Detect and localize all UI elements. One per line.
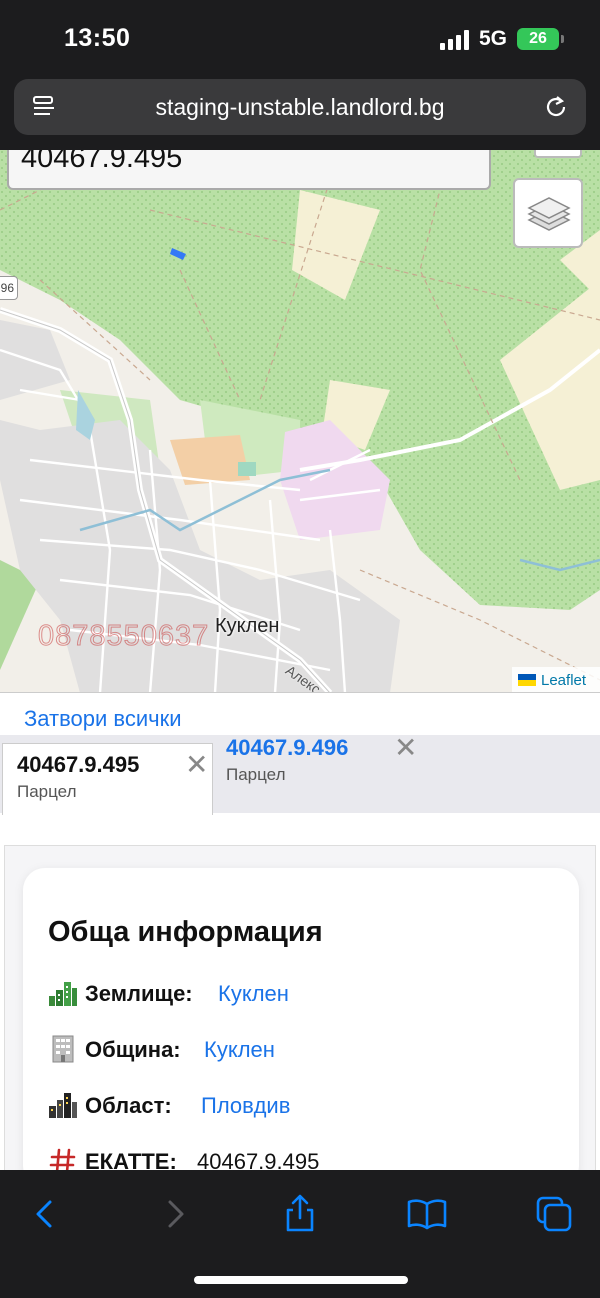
map-tiles[interactable] <box>0 150 600 693</box>
close-icon[interactable]: ✕ <box>394 731 417 764</box>
back-icon[interactable] <box>24 1192 68 1236</box>
browser-address-area: staging-unstable.landlord.bg <box>0 68 600 150</box>
leaflet-attribution[interactable]: Leaflet <box>512 667 600 693</box>
tab-parcel-496[interactable]: 40467.9.496 Парцел ✕ <box>226 732 426 813</box>
tab-subtitle: Парцел <box>226 765 286 784</box>
battery-icon: 26 <box>517 28 564 50</box>
tab-title[interactable]: 40467.9.496 <box>226 735 348 761</box>
parcel-tabs: 40467.9.495 Парцел ✕ 40467.9.496 Парцел … <box>0 732 600 815</box>
status-time: 13:50 <box>64 24 131 52</box>
ukraine-flag-icon <box>518 674 536 686</box>
road-number-badge: 96 <box>0 276 18 300</box>
oblast-link[interactable]: Пловдив <box>201 1093 290 1119</box>
tab-content: Обща информация Землище: Куклен Община: … <box>4 845 596 1188</box>
general-info-card: Обща информация Землище: Куклен Община: … <box>23 868 579 1188</box>
office-building-icon <box>52 1035 74 1063</box>
zoom-control[interactable] <box>534 150 582 158</box>
forward-icon[interactable] <box>152 1192 196 1236</box>
row-label: Област: <box>85 1093 172 1118</box>
reload-icon[interactable] <box>542 93 570 121</box>
parcel-panel: Затвори всички 40467.9.495 Парцел ✕ 4046… <box>0 692 600 1188</box>
share-icon[interactable] <box>278 1192 322 1236</box>
signal-icon <box>440 30 470 50</box>
map-view[interactable]: 40467.9.495 96 Куклен Алекс 0878550637 L… <box>0 150 600 693</box>
layers-button[interactable] <box>513 178 583 248</box>
parcel-search-input[interactable]: 40467.9.495 <box>7 150 491 190</box>
row-label: Община: <box>85 1037 181 1062</box>
zemlishte-link[interactable]: Куклен <box>218 981 289 1007</box>
tab-subtitle: Парцел <box>17 782 77 801</box>
bookmarks-icon[interactable] <box>405 1192 449 1236</box>
attribution-link[interactable]: Leaflet <box>541 672 586 689</box>
phone-watermark: 0878550637 <box>37 620 210 653</box>
network-label: 5G <box>479 27 508 50</box>
close-all-link[interactable]: Затвори всички <box>24 706 182 732</box>
city-icon <box>49 982 77 1006</box>
close-icon[interactable]: ✕ <box>185 748 208 781</box>
tab-title: 40467.9.495 <box>17 752 140 777</box>
obshtina-link[interactable]: Куклен <box>204 1037 275 1063</box>
card-title: Обща информация <box>48 916 323 948</box>
layers-icon <box>527 197 571 231</box>
address-bar[interactable]: staging-unstable.landlord.bg <box>14 79 586 135</box>
cityscape-icon <box>49 1093 77 1118</box>
home-indicator <box>194 1276 408 1284</box>
tab-parcel-495[interactable]: 40467.9.495 Парцел ✕ <box>2 743 213 815</box>
tabs-icon[interactable] <box>532 1192 576 1236</box>
url-text[interactable]: staging-unstable.landlord.bg <box>14 94 586 121</box>
town-label: Куклен <box>215 615 280 637</box>
row-label: Землище: <box>85 981 193 1006</box>
